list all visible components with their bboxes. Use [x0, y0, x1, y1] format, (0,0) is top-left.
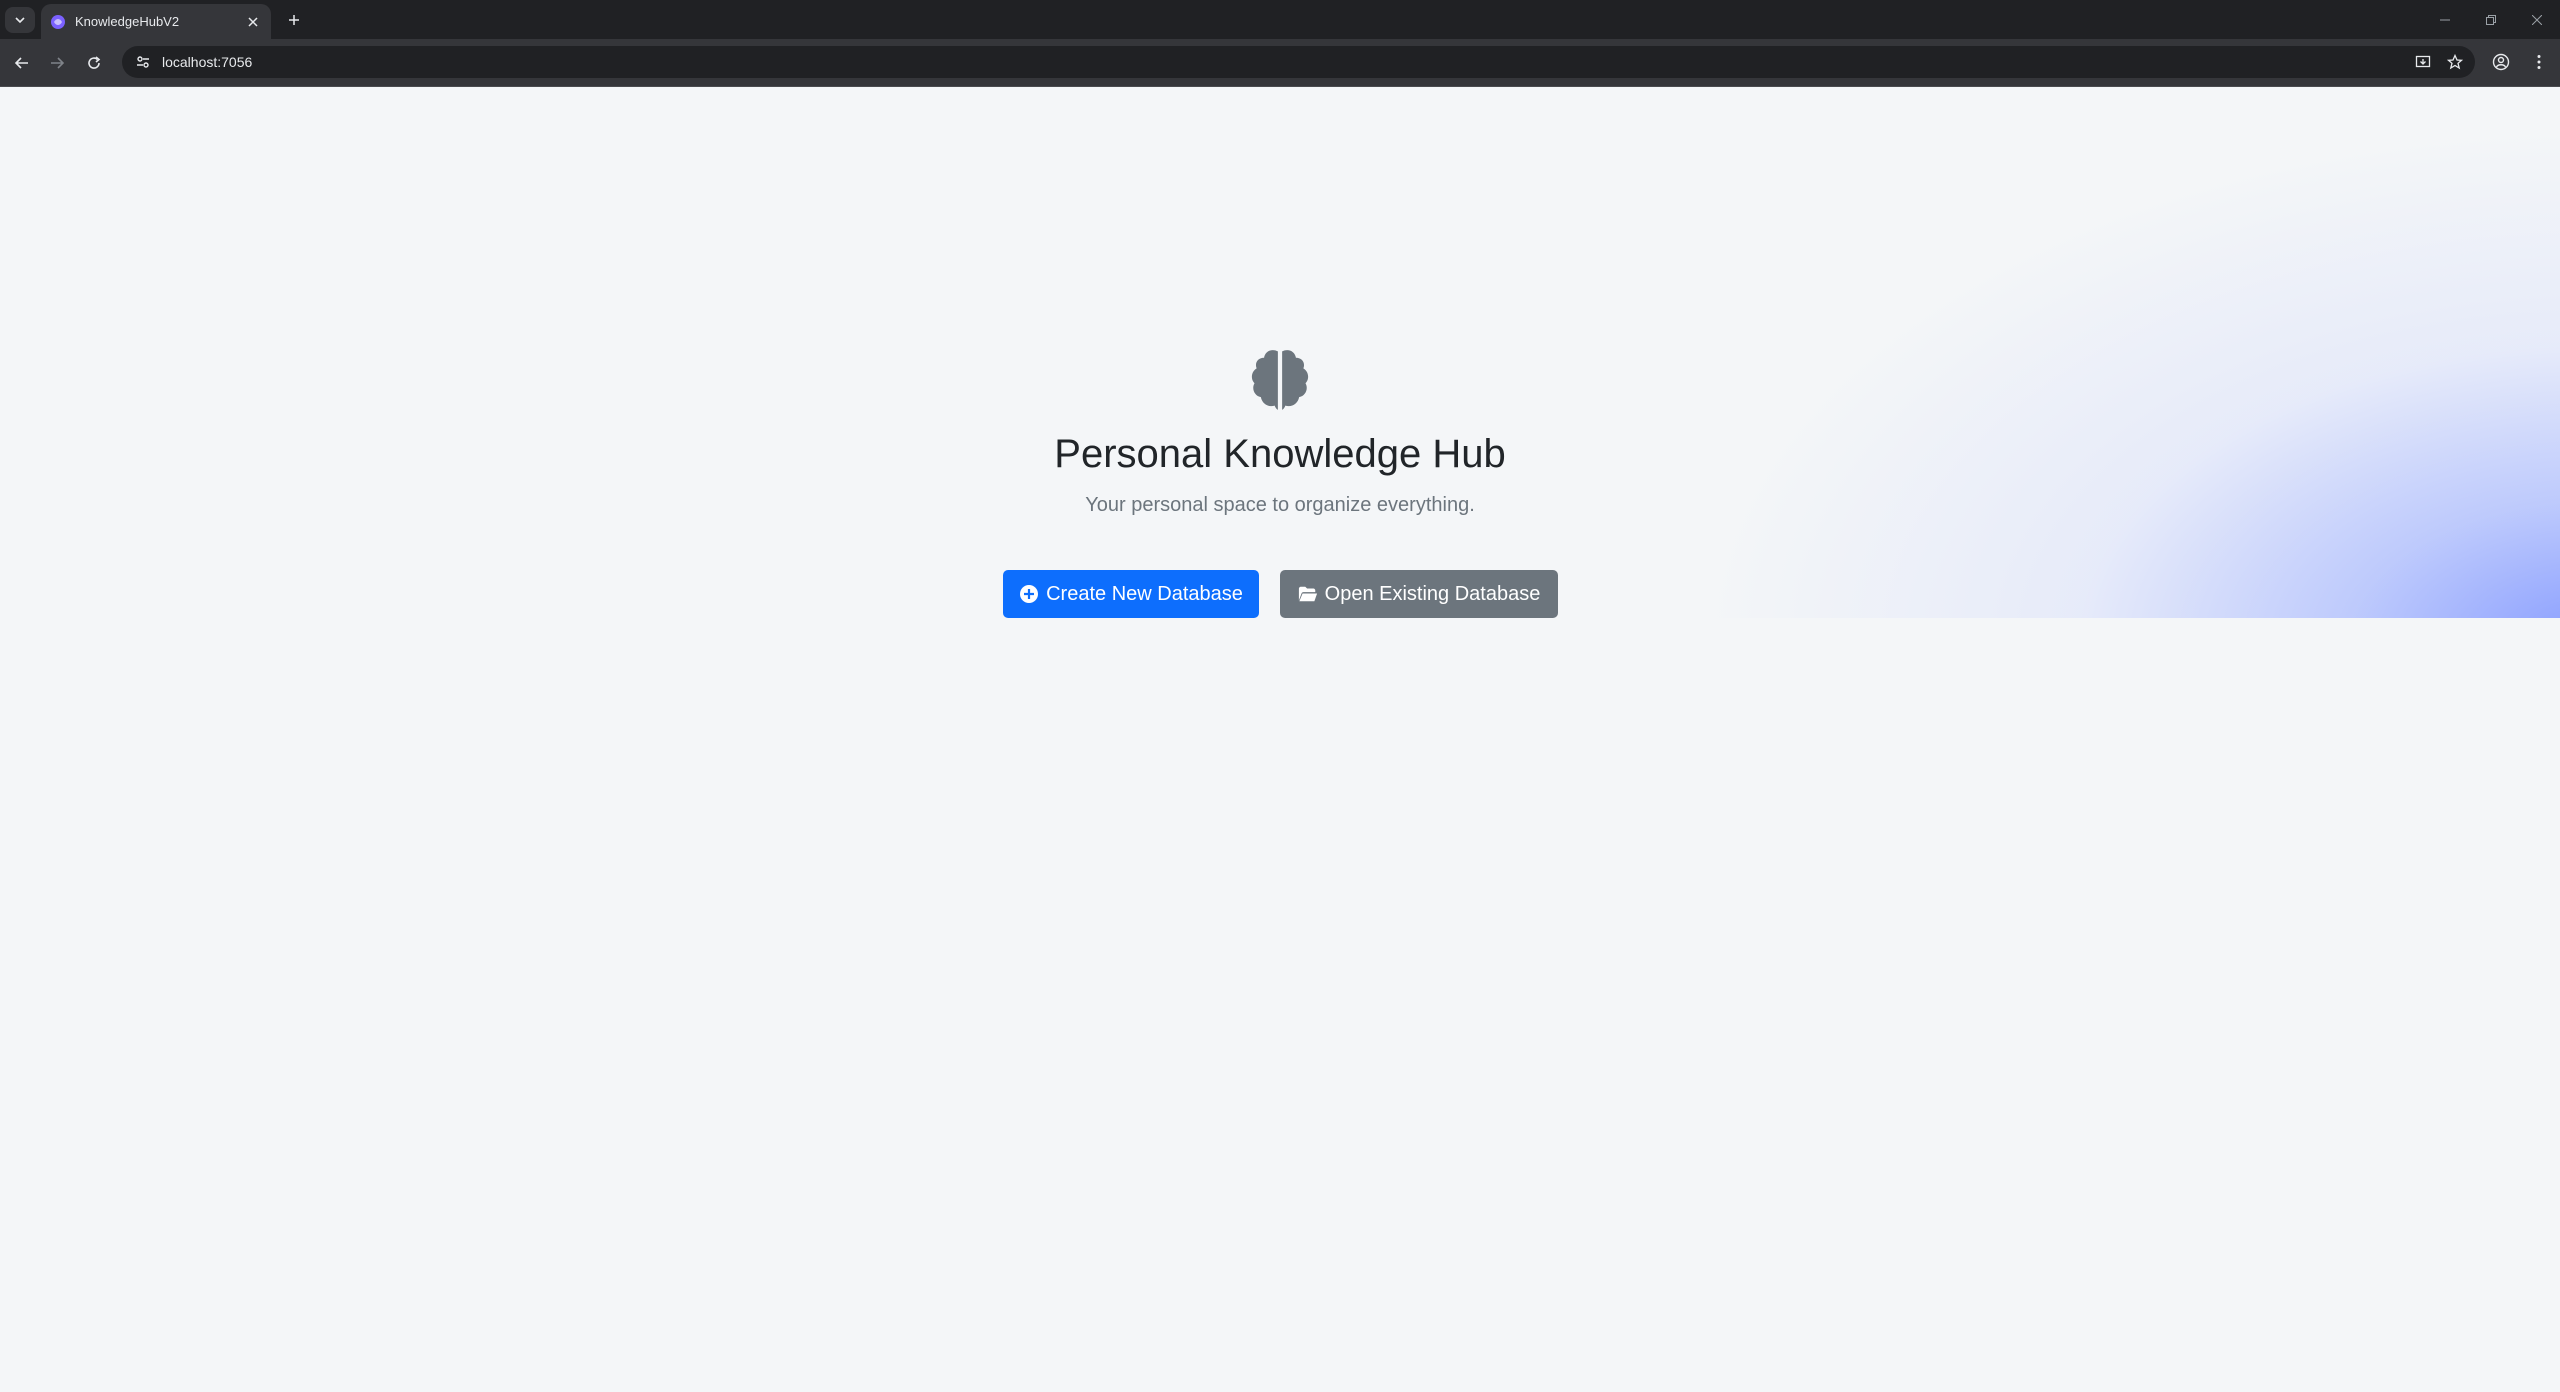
- bookmark-star-icon[interactable]: [2443, 50, 2467, 74]
- window-controls: [2422, 0, 2560, 39]
- site-info-icon[interactable]: [132, 51, 154, 73]
- url-text: localhost:7056: [162, 54, 253, 70]
- page-title: Personal Knowledge Hub: [1054, 432, 1506, 476]
- hero-section: Personal Knowledge Hub Your personal spa…: [0, 87, 2560, 618]
- forward-button[interactable]: [43, 49, 71, 77]
- browser-tab-active[interactable]: KnowledgeHubV2: [41, 4, 271, 39]
- tab-close-icon[interactable]: [241, 10, 265, 34]
- minimize-icon: [2440, 19, 2450, 20]
- restore-icon: [2486, 14, 2496, 25]
- plus-circle-icon: [1019, 584, 1039, 604]
- arrow-right-icon: [51, 57, 65, 69]
- minimize-button[interactable]: [2422, 0, 2468, 39]
- create-new-database-label: Create New Database: [1046, 582, 1243, 605]
- create-new-database-button[interactable]: Create New Database: [1003, 570, 1259, 618]
- address-bar[interactable]: localhost:7056: [122, 46, 2475, 78]
- plus-icon: [289, 15, 299, 25]
- close-icon: [2532, 14, 2542, 25]
- page-viewport: Personal Knowledge Hub Your personal spa…: [0, 87, 2560, 1392]
- chevron-down-icon: [15, 17, 25, 24]
- install-app-icon[interactable]: [2411, 50, 2435, 74]
- reload-button[interactable]: [80, 49, 108, 77]
- reload-icon: [88, 56, 101, 69]
- more-menu-icon[interactable]: [2526, 49, 2552, 75]
- profile-icon[interactable]: [2488, 49, 2514, 75]
- page-subtitle: Your personal space to organize everythi…: [1085, 494, 1475, 516]
- close-window-button[interactable]: [2514, 0, 2560, 39]
- tab-title: KnowledgeHubV2: [75, 14, 180, 29]
- browser-tabstrip: KnowledgeHubV2: [0, 0, 2560, 39]
- folder-open-icon: [1298, 584, 1318, 604]
- open-existing-database-label: Open Existing Database: [1324, 582, 1541, 605]
- back-button[interactable]: [8, 49, 36, 77]
- restore-button[interactable]: [2468, 0, 2514, 39]
- tab-search-button[interactable]: [5, 7, 35, 33]
- open-existing-database-button[interactable]: Open Existing Database: [1280, 570, 1558, 618]
- app-favicon-icon: [49, 13, 67, 31]
- arrow-left-icon: [14, 57, 28, 69]
- new-tab-button[interactable]: [280, 7, 308, 33]
- browser-toolbar: localhost:7056: [0, 39, 2560, 87]
- brain-icon: [1251, 350, 1309, 410]
